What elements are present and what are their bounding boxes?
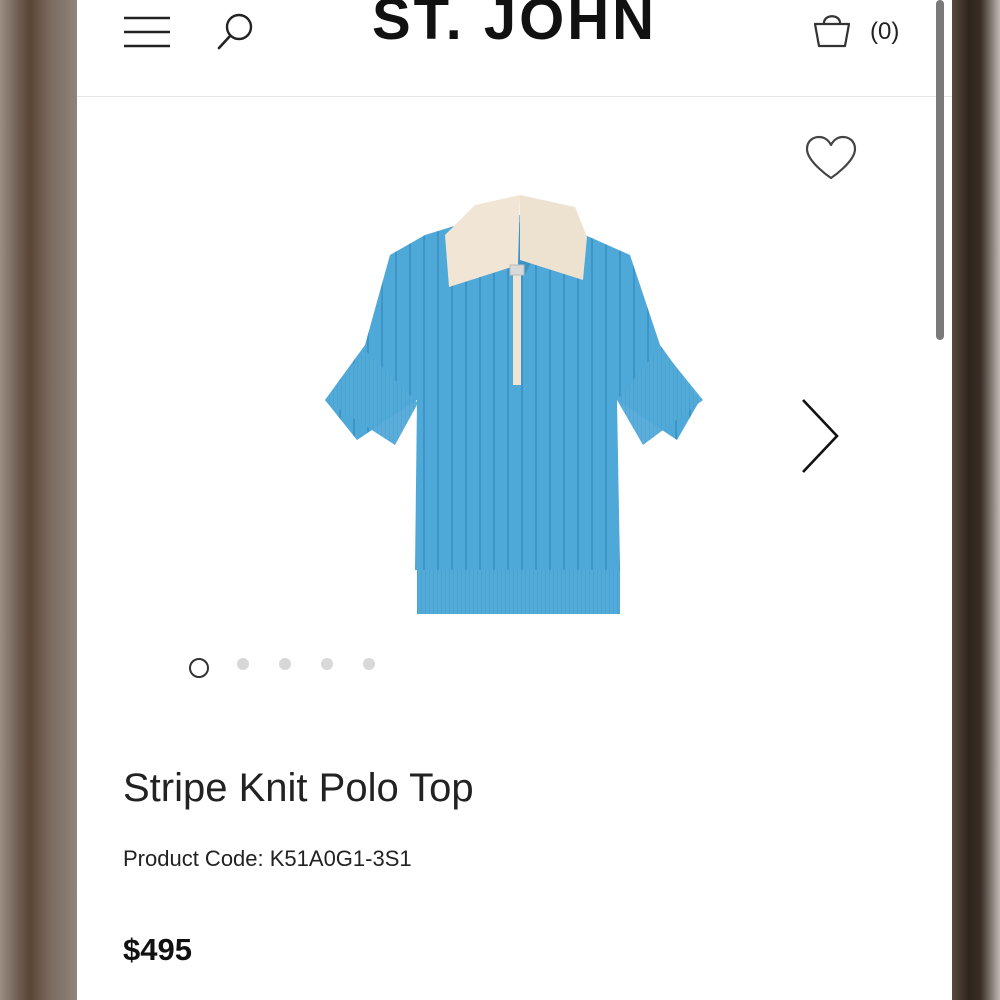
product-price: $495: [123, 932, 192, 967]
cart-count[interactable]: (0): [870, 18, 899, 46]
pagination-dot[interactable]: [363, 658, 375, 670]
shopping-bag-icon[interactable]: [811, 8, 853, 50]
hem-band: [417, 570, 620, 614]
pagination-dot[interactable]: [237, 658, 249, 670]
search-icon[interactable]: [215, 10, 257, 52]
phone-screen: ST. JOHN (0) Stripe Knit Polo Top Produc…: [77, 0, 952, 1000]
heart-icon[interactable]: [804, 134, 858, 182]
scrollbar[interactable]: [936, 0, 944, 340]
site-header: ST. JOHN (0): [77, 0, 952, 97]
product-title: Stripe Knit Polo Top: [123, 766, 474, 810]
background-right: [952, 0, 1000, 1000]
pagination-dot[interactable]: [189, 658, 209, 678]
product-code: Product Code: K51A0G1-3S1: [123, 846, 412, 871]
pagination-dot[interactable]: [279, 658, 291, 670]
chevron-right-icon[interactable]: [797, 396, 843, 476]
hamburger-menu-icon[interactable]: [122, 14, 172, 50]
zipper: [513, 267, 521, 385]
product-image: [325, 195, 703, 614]
pagination-dot[interactable]: [321, 658, 333, 670]
brand-logo[interactable]: ST. JOHN: [307, 0, 722, 56]
